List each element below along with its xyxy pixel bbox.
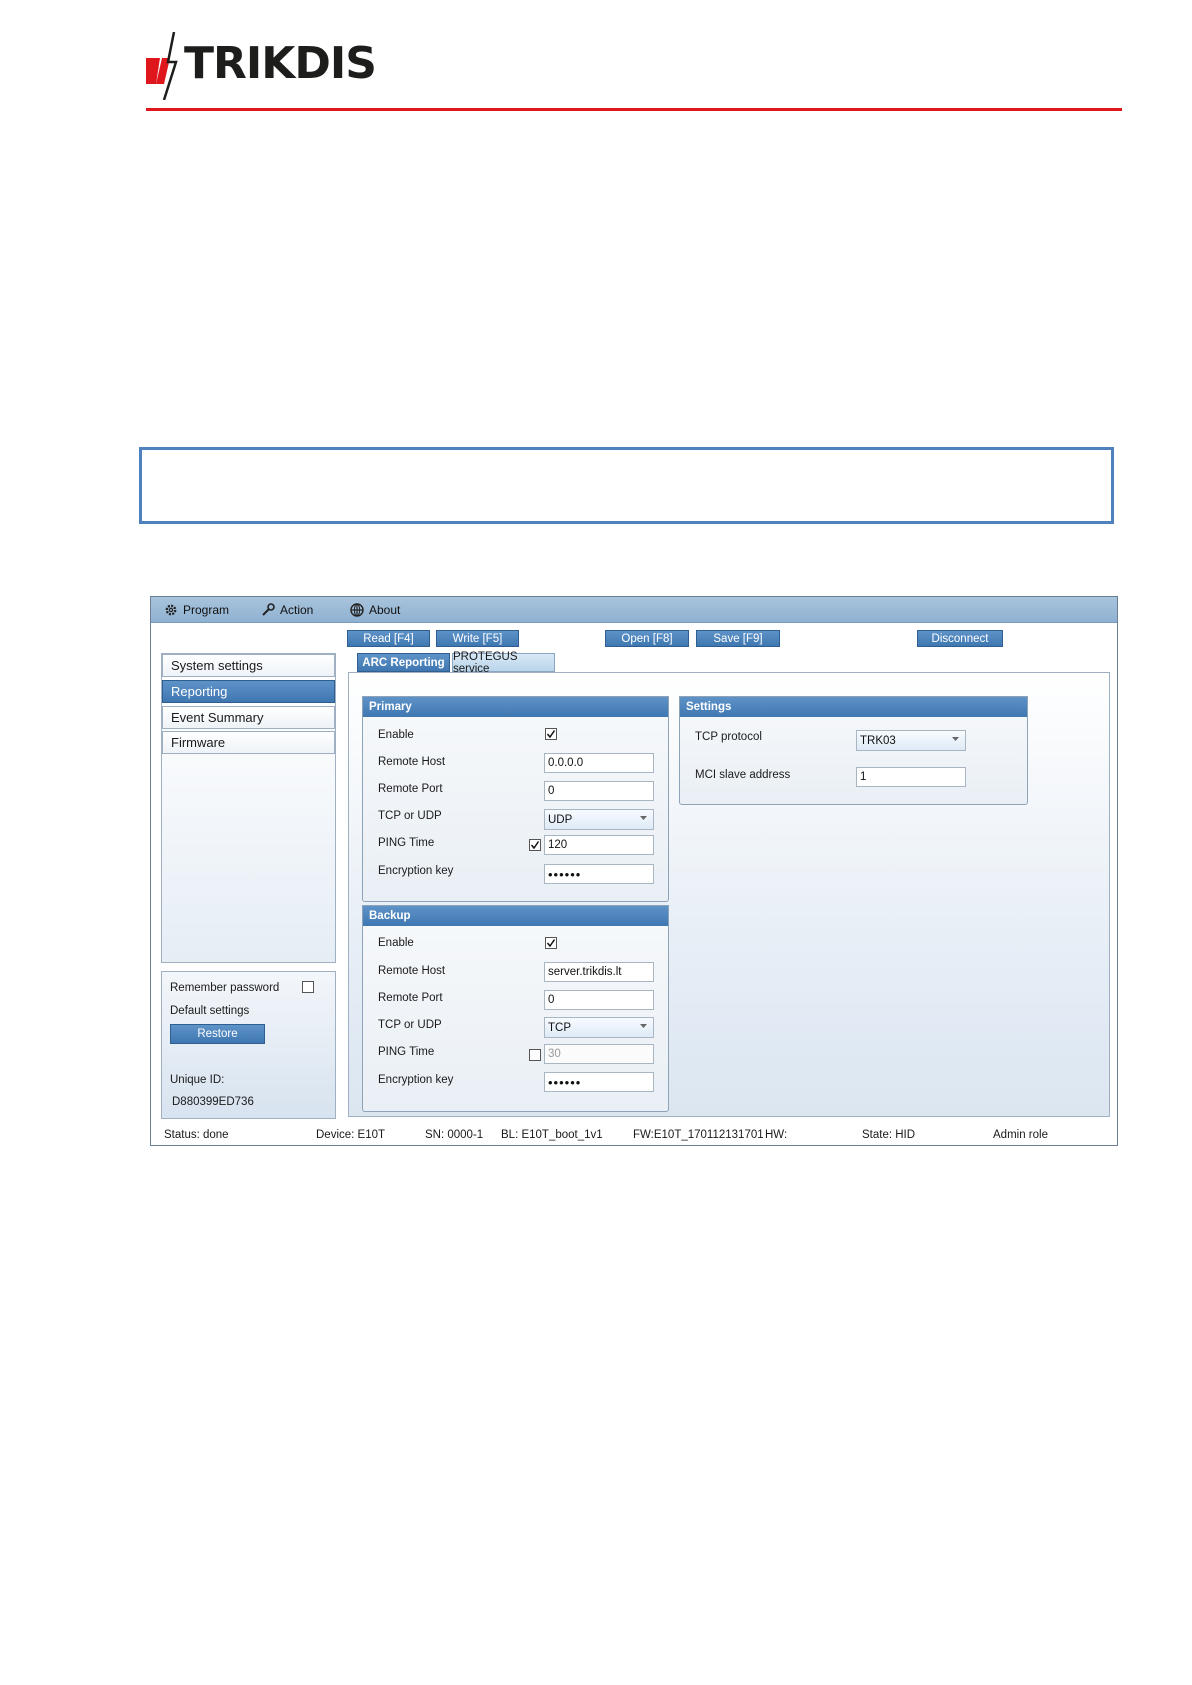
open-button[interactable]: Open [F8] <box>605 630 689 647</box>
write-button[interactable]: Write [F5] <box>436 630 519 647</box>
backup-tcp-udp-select[interactable]: TCP <box>544 1017 654 1038</box>
restore-button[interactable]: Restore <box>170 1024 265 1044</box>
status-bar: Status: done Device: E10T SN: 0000-1 BL:… <box>151 1125 1117 1145</box>
mci-slave-address-label: MCI slave address <box>695 769 791 781</box>
backup-remote-host-input[interactable]: server.trikdis.lt <box>544 962 654 982</box>
trikdis-logo: TRIKDIS <box>146 32 406 100</box>
backup-ping-checkbox[interactable] <box>529 1049 541 1061</box>
menu-about[interactable]: About <box>350 601 400 619</box>
primary-ping-label: PING Time <box>378 837 435 849</box>
gear-icon <box>165 604 177 616</box>
unique-id-label: Unique ID: <box>170 1074 225 1086</box>
primary-remote-host-input[interactable]: 0.0.0.0 <box>544 753 654 773</box>
backup-title: Backup <box>363 906 668 926</box>
status-state: State: HID <box>862 1129 916 1141</box>
backup-ping-label: PING Time <box>378 1046 435 1058</box>
configurator-window: Program Action About Read [F4] Write [F5… <box>150 596 1118 1146</box>
primary-ping-input[interactable]: 120 <box>544 835 654 855</box>
unique-id-value: D880399ED736 <box>172 1096 254 1108</box>
menu-bar: Program Action About <box>151 597 1117 623</box>
note-box <box>139 447 1114 524</box>
menu-program-label: Program <box>183 603 230 617</box>
status-hardware: HW: <box>765 1129 788 1141</box>
primary-title: Primary <box>363 697 668 717</box>
backup-tcp-udp-value: TCP <box>548 1021 571 1034</box>
backup-enable-checkbox[interactable] <box>545 937 557 949</box>
primary-encryption-input[interactable]: •••••• <box>544 864 654 884</box>
backup-remote-port-input[interactable]: 0 <box>544 990 654 1010</box>
nav-item-event-summary[interactable]: Event Summary <box>162 706 335 729</box>
primary-encryption-label: Encryption key <box>378 865 454 877</box>
menu-action[interactable]: Action <box>261 601 313 619</box>
status-sn: SN: 0000-1 <box>425 1129 484 1141</box>
remember-password-checkbox[interactable] <box>302 981 314 993</box>
sidebar-options: Remember password Default settings Resto… <box>161 971 336 1119</box>
primary-tcp-udp-select[interactable]: UDP <box>544 809 654 830</box>
header-rule <box>146 108 1122 111</box>
default-settings-label: Default settings <box>170 1005 250 1017</box>
backup-ping-input[interactable]: 30 <box>544 1044 654 1064</box>
tab-arc-reporting[interactable]: ARC Reporting <box>357 653 450 672</box>
primary-enable-label: Enable <box>378 729 414 741</box>
mci-slave-address-input[interactable]: 1 <box>856 767 966 787</box>
brand-name: TRIKDIS <box>184 38 377 89</box>
checkmark-icon <box>546 939 556 948</box>
tcp-protocol-value: TRK03 <box>860 734 896 747</box>
nav-item-reporting[interactable]: Reporting <box>162 680 335 703</box>
backup-remote-port-label: Remote Port <box>378 992 443 1004</box>
chevron-down-icon <box>640 1024 647 1028</box>
chevron-down-icon <box>640 816 647 820</box>
status-role: Admin role <box>993 1129 1048 1141</box>
backup-tcp-udp-label: TCP or UDP <box>378 1019 442 1031</box>
wrench-icon <box>262 603 275 616</box>
disconnect-button[interactable]: Disconnect <box>917 630 1003 647</box>
primary-group: Primary Enable Remote Host 0.0.0.0 Remot… <box>362 696 669 902</box>
primary-remote-host-label: Remote Host <box>378 756 446 768</box>
tcp-protocol-select[interactable]: TRK03 <box>856 730 966 751</box>
status-text: Status: done <box>164 1129 229 1141</box>
backup-encryption-input[interactable]: •••••• <box>544 1072 654 1092</box>
settings-nav: System settings Reporting Event Summary … <box>161 653 336 963</box>
status-bootloader: BL: E10T_boot_1v1 <box>501 1129 603 1141</box>
menu-program[interactable]: Program <box>164 601 229 619</box>
primary-tcp-udp-value: UDP <box>548 813 573 826</box>
tab-content: Primary Enable Remote Host 0.0.0.0 Remot… <box>348 672 1110 1117</box>
settings-title: Settings <box>680 697 1027 717</box>
nav-item-system-settings[interactable]: System settings <box>162 654 335 677</box>
settings-group: Settings TCP protocol TRK03 MCI slave ad… <box>679 696 1028 805</box>
globe-icon <box>350 603 364 617</box>
menu-about-label: About <box>369 603 401 617</box>
menu-action-label: Action <box>280 603 314 617</box>
checkmark-icon <box>546 730 556 739</box>
nav-item-firmware[interactable]: Firmware <box>162 731 335 754</box>
tab-protegus-service[interactable]: PROTEGUS service <box>452 651 555 675</box>
backup-enable-label: Enable <box>378 937 414 949</box>
chevron-down-icon <box>952 737 959 741</box>
tcp-protocol-label: TCP protocol <box>695 731 762 743</box>
read-button[interactable]: Read [F4] <box>347 630 430 647</box>
status-firmware: FW:E10T_170112131701 <box>633 1129 764 1141</box>
logo-mark-icon <box>146 32 178 100</box>
backup-remote-host-label: Remote Host <box>378 965 446 977</box>
checkmark-icon <box>530 841 540 850</box>
status-device: Device: E10T <box>316 1129 386 1141</box>
backup-encryption-label: Encryption key <box>378 1074 454 1086</box>
primary-tcp-udp-label: TCP or UDP <box>378 810 442 822</box>
primary-ping-checkbox[interactable] <box>529 839 541 851</box>
backup-group: Backup Enable Remote Host server.trikdis… <box>362 905 669 1112</box>
primary-remote-port-label: Remote Port <box>378 783 443 795</box>
primary-enable-checkbox[interactable] <box>545 728 557 740</box>
save-button[interactable]: Save [F9] <box>696 630 780 647</box>
remember-password-label: Remember password <box>170 982 280 994</box>
primary-remote-port-input[interactable]: 0 <box>544 781 654 801</box>
